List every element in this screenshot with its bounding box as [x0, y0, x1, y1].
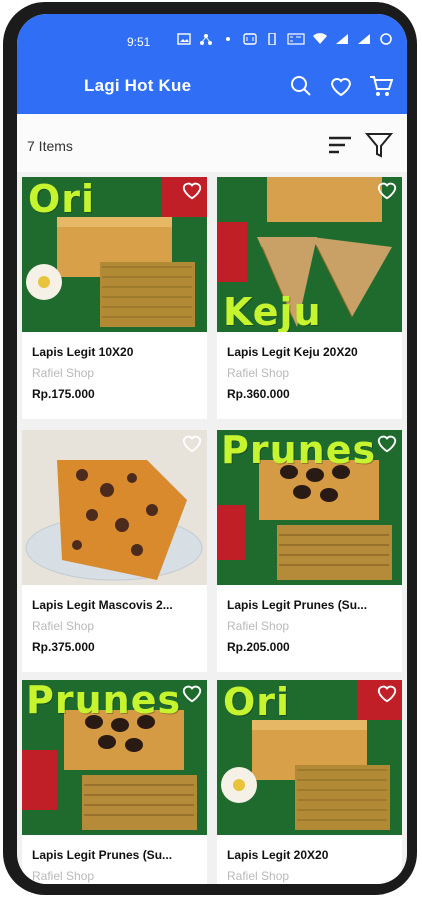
favorite-icon[interactable]: [181, 432, 203, 454]
product-price: Rp.175.000: [32, 387, 95, 401]
image-label: Prunes: [26, 680, 182, 722]
favorite-icon[interactable]: [376, 432, 398, 454]
product-image: Ori: [22, 177, 207, 332]
screen: 9:51 Lagi Hot Kue 7 Items Ori Lapis Legi…: [17, 14, 407, 884]
product-card[interactable]: Prunes Lapis Legit Prunes (Su... Rafiel …: [217, 430, 402, 672]
product-image: Prunes: [22, 680, 207, 835]
sort-icon[interactable]: [327, 134, 353, 156]
product-price: Rp.375.000: [32, 640, 95, 654]
heart-icon[interactable]: [329, 74, 353, 98]
phone-frame: 9:51 Lagi Hot Kue 7 Items Ori Lapis Legi…: [3, 2, 417, 895]
image-label: Ori: [28, 177, 96, 221]
product-name: Lapis Legit Keju 20X20: [227, 345, 358, 359]
image-label: Ori: [223, 680, 291, 724]
shop-name: Rafiel Shop: [227, 619, 290, 633]
product-image: Ori: [217, 680, 402, 835]
sync-icon: [380, 33, 392, 45]
product-name: Lapis Legit Mascovis 2...: [32, 598, 173, 612]
product-name: Lapis Legit Prunes (Su...: [32, 848, 173, 862]
product-name: Lapis Legit 20X20: [227, 848, 329, 862]
power-button: [411, 332, 417, 392]
dot-icon: [226, 37, 230, 41]
product-card[interactable]: Keju Lapis Legit Keju 20X20 Rafiel Shop …: [217, 177, 402, 419]
product-image: Prunes: [217, 430, 402, 585]
product-card[interactable]: Ori Lapis Legit 20X20 Rafiel Shop: [217, 680, 402, 884]
image-label: Keju: [223, 290, 322, 332]
volte-icon: [287, 33, 305, 45]
cart-icon[interactable]: [369, 74, 393, 98]
favorite-icon[interactable]: [376, 682, 398, 704]
vibrate-icon: [268, 33, 276, 45]
nfc-icon: [243, 33, 257, 45]
status-time: 9:51: [127, 35, 151, 49]
filter-icon[interactable]: [365, 131, 393, 159]
product-card[interactable]: Ori Lapis Legit 10X20 Rafiel Shop Rp.175…: [22, 177, 207, 419]
product-photo: [22, 430, 207, 585]
shop-name: Rafiel Shop: [227, 366, 290, 380]
product-card[interactable]: Lapis Legit Mascovis 2... Rafiel Shop Rp…: [22, 430, 207, 672]
appbar-actions: [289, 74, 393, 98]
shop-name: Rafiel Shop: [227, 869, 290, 883]
product-price: Rp.360.000: [227, 387, 290, 401]
product-price: Rp.205.000: [227, 640, 290, 654]
shop-name: Rafiel Shop: [32, 619, 95, 633]
volume-button: [411, 142, 417, 212]
product-card[interactable]: Prunes Lapis Legit Prunes (Su... Rafiel …: [22, 680, 207, 884]
product-name: Lapis Legit Prunes (Su...: [227, 598, 368, 612]
app-bar: 9:51 Lagi Hot Kue: [17, 14, 407, 114]
shop-name: Rafiel Shop: [32, 366, 95, 380]
page-title: Lagi Hot Kue: [84, 76, 192, 95]
product-image: Keju: [217, 177, 402, 332]
items-count: 7 Items: [27, 138, 73, 154]
gallery-icon: [177, 33, 191, 45]
product-image: [22, 430, 207, 585]
list-toolbar: 7 Items: [17, 114, 407, 172]
favorite-icon[interactable]: [376, 179, 398, 201]
shop-name: Rafiel Shop: [32, 869, 95, 883]
search-icon[interactable]: [289, 74, 313, 98]
network-icon: [200, 34, 212, 45]
favorite-icon[interactable]: [181, 682, 203, 704]
status-icons: [177, 33, 393, 45]
status-bar: 9:51: [17, 33, 407, 53]
favorite-icon[interactable]: [181, 179, 203, 201]
image-label: Prunes: [221, 430, 377, 472]
signal-icon: [358, 34, 370, 44]
wifi-icon: [313, 33, 327, 44]
signal-icon: [336, 34, 348, 44]
product-name: Lapis Legit 10X20: [32, 345, 134, 359]
